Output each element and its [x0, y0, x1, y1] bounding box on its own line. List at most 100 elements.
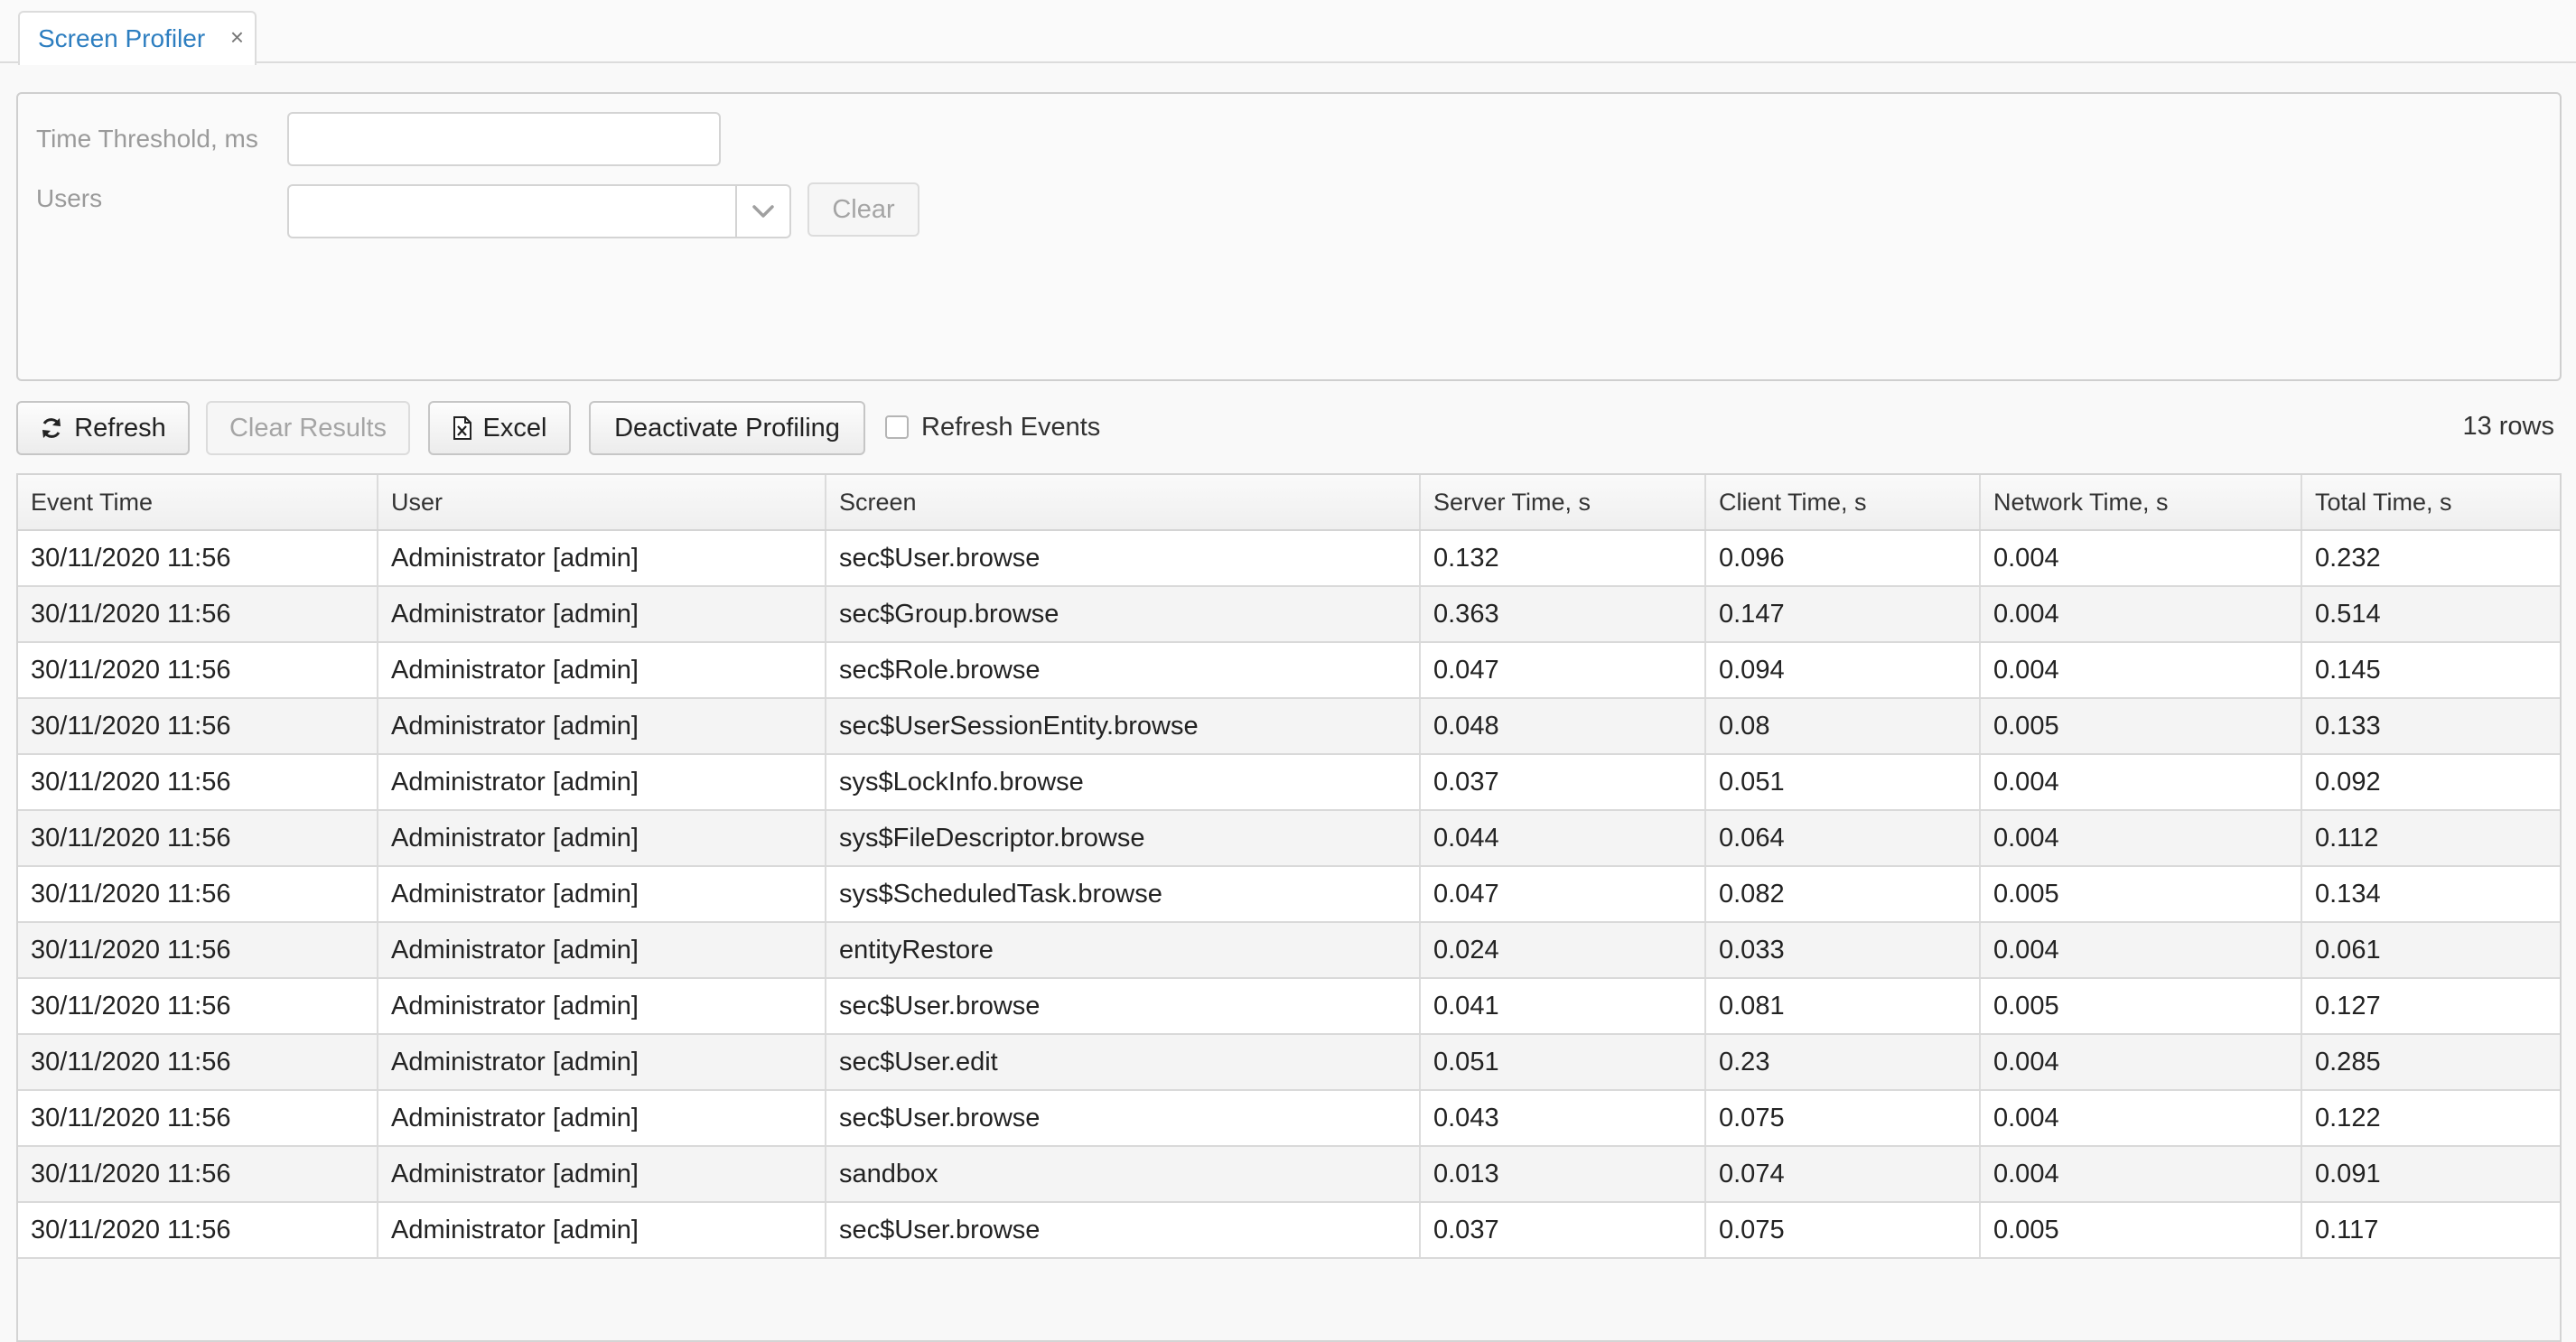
column-header[interactable]: User: [378, 475, 826, 531]
table-cell: 30/11/2020 11:56: [18, 1034, 378, 1091]
table-cell: Administrator [admin]: [378, 530, 826, 587]
table-cell: 0.004: [1980, 642, 2302, 699]
tab-bar: Screen Profiler ×: [0, 0, 2576, 65]
chevron-down-icon: [752, 205, 774, 218]
column-header[interactable]: Total Time, s: [2301, 475, 2560, 531]
table-cell: 30/11/2020 11:56: [18, 1090, 378, 1147]
users-lookup-field[interactable]: [287, 184, 791, 238]
table-cell: 0.23: [1705, 1034, 1981, 1091]
table-cell: Administrator [admin]: [378, 1090, 826, 1147]
clear-results-label: Clear Results: [229, 413, 387, 443]
users-dropdown-button[interactable]: [735, 186, 789, 237]
table-row[interactable]: 30/11/2020 11:56 Administrator [admin] sec…: [18, 586, 2560, 643]
time-threshold-input[interactable]: [287, 112, 721, 166]
table-cell: 0.127: [2301, 978, 2560, 1035]
refresh-icon: [42, 418, 61, 438]
table-cell: 0.285: [2301, 1034, 2560, 1091]
table-cell: sec$UserSessionEntity.browse: [826, 698, 1421, 755]
table-cell: 0.145: [2301, 642, 2560, 699]
excel-label: Excel: [482, 413, 547, 443]
table-cell: Administrator [admin]: [378, 810, 826, 867]
excel-file-icon: [453, 416, 471, 440]
table-cell: 0.004: [1980, 1034, 2302, 1091]
close-icon[interactable]: ×: [230, 25, 244, 49]
column-header[interactable]: Screen: [826, 475, 1421, 531]
table-cell: 0.047: [1420, 866, 1706, 923]
table-row[interactable]: 30/11/2020 11:56 Administrator [admin] sec…: [18, 698, 2560, 755]
events-table: Event Time User Screen Server Time, s Client…: [18, 475, 2560, 1259]
table-row[interactable]: 30/11/2020 11:56 Administrator [admin] sys…: [18, 754, 2560, 811]
table-cell: 0.08: [1705, 698, 1981, 755]
table-cell: 0.082: [1705, 866, 1981, 923]
table-cell: sec$User.edit: [826, 1034, 1421, 1091]
column-header[interactable]: Client Time, s: [1705, 475, 1981, 531]
table-cell: 0.232: [2301, 530, 2560, 587]
table-cell: sys$FileDescriptor.browse: [826, 810, 1421, 867]
table-cell: 0.514: [2301, 586, 2560, 643]
table-cell: Administrator [admin]: [378, 922, 826, 979]
table-cell: 0.048: [1420, 698, 1706, 755]
table-body: 30/11/2020 11:56 Administrator [admin] sec…: [18, 530, 2560, 1259]
table-row[interactable]: 30/11/2020 11:56 Administrator [admin] sys…: [18, 866, 2560, 923]
tab-screen-profiler[interactable]: Screen Profiler ×: [18, 11, 257, 65]
clear-filter-button[interactable]: Clear: [807, 182, 919, 237]
table-cell: Administrator [admin]: [378, 642, 826, 699]
refresh-button[interactable]: Refresh: [16, 401, 190, 455]
table-cell: entityRestore: [826, 922, 1421, 979]
table-cell: sec$User.browse: [826, 1090, 1421, 1147]
table-cell: 0.122: [2301, 1090, 2560, 1147]
table-cell: sys$ScheduledTask.browse: [826, 866, 1421, 923]
refresh-events-label: Refresh Events: [921, 412, 1101, 442]
table-cell: 0.013: [1420, 1146, 1706, 1203]
table-cell: 0.091: [2301, 1146, 2560, 1203]
table-row[interactable]: 30/11/2020 11:56 Administrator [admin] sec…: [18, 642, 2560, 699]
table-cell: 30/11/2020 11:56: [18, 754, 378, 811]
table-cell: Administrator [admin]: [378, 1202, 826, 1259]
table-cell: 0.051: [1705, 754, 1981, 811]
table-row[interactable]: 30/11/2020 11:56 Administrator [admin] sec…: [18, 978, 2560, 1035]
table-cell: sec$Role.browse: [826, 642, 1421, 699]
table-row[interactable]: 30/11/2020 11:56 Administrator [admin] sec…: [18, 1090, 2560, 1147]
table-row[interactable]: 30/11/2020 11:56 Administrator [admin] ent…: [18, 922, 2560, 979]
table-cell: 0.004: [1980, 754, 2302, 811]
table-cell: sec$User.browse: [826, 530, 1421, 587]
table-cell: 0.096: [1705, 530, 1981, 587]
table-cell: 30/11/2020 11:56: [18, 978, 378, 1035]
refresh-label: Refresh: [74, 413, 166, 443]
clear-results-button[interactable]: Clear Results: [206, 401, 410, 455]
column-header[interactable]: Server Time, s: [1420, 475, 1706, 531]
table-cell: 0.044: [1420, 810, 1706, 867]
table-cell: 30/11/2020 11:56: [18, 1146, 378, 1203]
rows-count: 13 rows: [2462, 412, 2554, 441]
table-row[interactable]: 30/11/2020 11:56 Administrator [admin] sec…: [18, 1202, 2560, 1259]
table-cell: 30/11/2020 11:56: [18, 810, 378, 867]
table-cell: 0.092: [2301, 754, 2560, 811]
deactivate-profiling-button[interactable]: Deactivate Profiling: [589, 401, 865, 455]
table-cell: 0.004: [1980, 1146, 2302, 1203]
table-cell: 30/11/2020 11:56: [18, 1202, 378, 1259]
refresh-events-checkbox[interactable]: Refresh Events: [885, 410, 1100, 444]
table-cell: 30/11/2020 11:56: [18, 586, 378, 643]
table-row[interactable]: 30/11/2020 11:56 Administrator [admin] sec…: [18, 530, 2560, 587]
table-cell: Administrator [admin]: [378, 866, 826, 923]
table-cell: 0.004: [1980, 922, 2302, 979]
table-cell: 0.005: [1980, 978, 2302, 1035]
table-cell: 0.004: [1980, 1090, 2302, 1147]
table-cell: 30/11/2020 11:56: [18, 530, 378, 587]
table-cell: 0.363: [1420, 586, 1706, 643]
column-header[interactable]: Network Time, s: [1980, 475, 2302, 531]
table-cell: 0.074: [1705, 1146, 1981, 1203]
table-cell: 0.075: [1705, 1202, 1981, 1259]
table-cell: 0.024: [1420, 922, 1706, 979]
table-cell: sec$Group.browse: [826, 586, 1421, 643]
table-cell: 0.134: [2301, 866, 2560, 923]
table-cell: 0.064: [1705, 810, 1981, 867]
column-header[interactable]: Event Time: [18, 475, 378, 531]
table-row[interactable]: 30/11/2020 11:56 Administrator [admin] san…: [18, 1146, 2560, 1203]
table-row[interactable]: 30/11/2020 11:56 Administrator [admin] sys…: [18, 810, 2560, 867]
table-row[interactable]: 30/11/2020 11:56 Administrator [admin] sec…: [18, 1034, 2560, 1091]
excel-button[interactable]: Excel: [428, 401, 571, 455]
table-cell: 30/11/2020 11:56: [18, 922, 378, 979]
checkbox-box[interactable]: [885, 415, 909, 439]
table-cell: sec$User.browse: [826, 978, 1421, 1035]
